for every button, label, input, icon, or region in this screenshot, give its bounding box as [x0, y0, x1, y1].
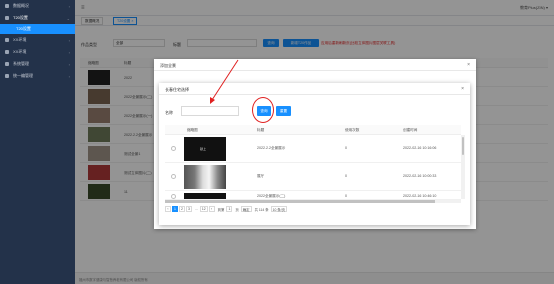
annotation-arrow	[210, 59, 239, 104]
